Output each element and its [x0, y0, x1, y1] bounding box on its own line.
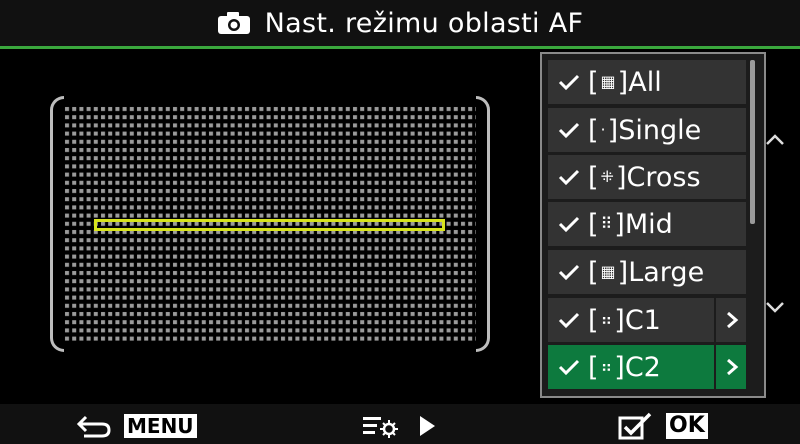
af-mode-label: [·]Single	[588, 114, 702, 146]
submenu-chevron-right-icon[interactable]	[714, 345, 748, 389]
list-scrollbar[interactable]	[750, 60, 755, 224]
settings-adjust-icon	[363, 417, 398, 438]
checkmark-icon[interactable]	[558, 312, 580, 328]
af-mode-glyph-icon: ⠶	[600, 356, 613, 376]
af-mode-glyph-icon: ⁜	[600, 166, 614, 186]
checkmark-icon[interactable]	[558, 359, 580, 375]
af-target-frame	[94, 219, 445, 231]
ok-button-label[interactable]: OK	[666, 413, 708, 439]
af-mode-label: [⠶]C1	[588, 304, 661, 336]
af-mode-glyph-icon: ▦	[600, 261, 616, 281]
af-area-left-bracket	[50, 96, 64, 352]
af-mode-label: [⠶]C2	[588, 351, 661, 383]
chevron-up-icon[interactable]	[764, 133, 786, 147]
af-mode-label: [⠿]Mid	[588, 208, 673, 240]
page-title: Nast. režimu oblasti AF	[264, 7, 584, 39]
chevron-down-icon[interactable]	[764, 300, 786, 314]
screen-header: Nast. režimu oblasti AF	[0, 0, 800, 46]
af-mode-glyph-icon: ·	[600, 119, 606, 139]
af-mode-glyph-icon: ⠿	[600, 213, 613, 233]
menu-button-label[interactable]: MENU	[124, 414, 197, 438]
af-mode-glyph-icon: ▦	[600, 71, 616, 91]
button-guide-bar: MENU OK	[0, 404, 800, 444]
af-area-right-bracket	[476, 96, 490, 352]
af-mode-item[interactable]: [⠶]C1	[548, 298, 746, 342]
checkbox-icon	[618, 412, 652, 440]
af-mode-item[interactable]: [▦]All	[548, 60, 746, 104]
af-mode-item[interactable]: [▦]Large	[548, 250, 746, 294]
checkmark-icon[interactable]	[558, 122, 580, 138]
play-arrow-icon[interactable]	[418, 415, 436, 437]
camera-icon	[217, 12, 250, 34]
checkmark-icon[interactable]	[558, 74, 580, 90]
af-mode-label: [⁜]Cross	[588, 161, 701, 193]
header-divider	[0, 46, 800, 49]
af-mode-item[interactable]: [·]Single	[548, 108, 746, 152]
af-mode-label: [▦]All	[588, 66, 662, 98]
back-arrow-icon	[76, 415, 111, 438]
af-mode-label: [▦]Large	[588, 256, 705, 288]
checkmark-icon[interactable]	[558, 264, 580, 280]
checkmark-icon[interactable]	[558, 169, 580, 185]
checkmark-icon[interactable]	[558, 216, 580, 232]
af-mode-item[interactable]: [⠶]C2	[548, 345, 746, 389]
submenu-chevron-right-icon[interactable]	[714, 298, 748, 342]
af-mode-glyph-icon: ⠶	[600, 309, 613, 329]
af-mode-item[interactable]: [⁜]Cross	[548, 155, 746, 199]
af-mode-item[interactable]: [⠿]Mid	[548, 202, 746, 246]
